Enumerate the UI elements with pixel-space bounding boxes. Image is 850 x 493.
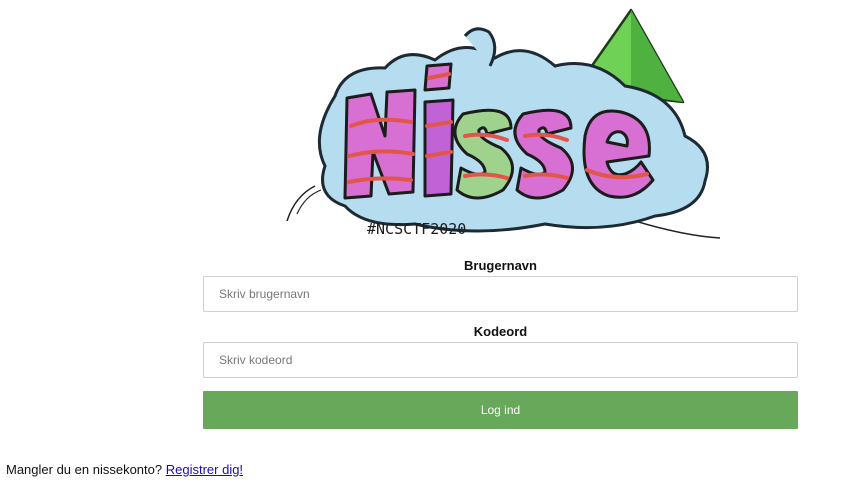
letter-i — [423, 98, 455, 198]
register-link[interactable]: Registrer dig! — [166, 462, 243, 477]
login-page: #NCSCTF2020 Brugernavn Kodeord Log ind M… — [0, 0, 850, 493]
nisse-logo-graphic: #NCSCTF2020 — [286, 8, 721, 239]
logo-signature: #NCSCTF2020 — [367, 220, 466, 238]
register-prompt-text: Mangler du en nissekonto? — [6, 462, 163, 477]
swoosh-line — [286, 185, 316, 222]
letter-e-hole — [605, 130, 629, 148]
login-button[interactable]: Log ind — [203, 391, 798, 429]
swoosh-line — [634, 220, 721, 239]
login-form: Brugernavn Kodeord Log ind — [203, 256, 798, 429]
username-input[interactable] — [203, 276, 798, 312]
password-input[interactable] — [203, 342, 798, 378]
swoosh-line — [296, 189, 322, 215]
letter-e — [582, 109, 655, 199]
register-prompt: Mangler du en nissekonto? Registrer dig! — [6, 462, 243, 477]
password-label: Kodeord — [473, 324, 528, 339]
nisse-logo: #NCSCTF2020 — [275, 6, 725, 246]
username-label: Brugernavn — [464, 258, 537, 273]
